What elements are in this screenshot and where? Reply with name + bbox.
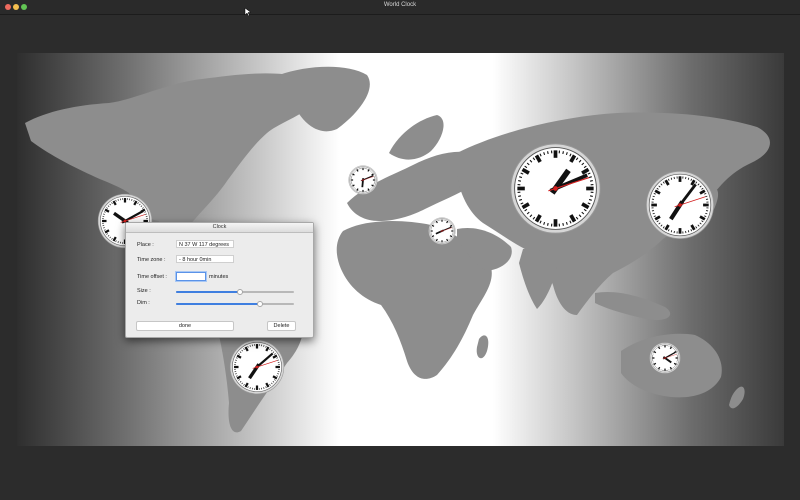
clock-settings-dialog: Clock Place : N 37 W 117 degrees Time zo… bbox=[125, 222, 314, 338]
madagascar bbox=[476, 335, 489, 359]
analog-clock-face-icon bbox=[229, 339, 285, 395]
southeast-asia bbox=[595, 291, 671, 321]
size-label: Size : bbox=[137, 288, 151, 294]
time-offset-label: Time offset : bbox=[137, 274, 167, 280]
place-label: Place : bbox=[137, 242, 154, 248]
clock-athens[interactable] bbox=[428, 217, 456, 245]
dim-label: Dim : bbox=[137, 300, 150, 306]
time-offset-input[interactable] bbox=[176, 272, 206, 281]
asia bbox=[457, 112, 770, 315]
size-slider-fill bbox=[176, 291, 240, 293]
dim-slider-fill bbox=[176, 303, 260, 305]
clock-sao-paulo[interactable] bbox=[229, 339, 285, 395]
north-america bbox=[25, 73, 320, 235]
analog-clock-face-icon bbox=[428, 217, 456, 245]
timezone-field[interactable]: - 8 hour 0min bbox=[176, 255, 234, 263]
greenland bbox=[279, 66, 370, 132]
time-offset-unit: minutes bbox=[209, 274, 229, 280]
clock-sydney[interactable] bbox=[649, 342, 681, 374]
done-button[interactable]: done bbox=[136, 321, 234, 331]
delete-button[interactable]: Delete bbox=[267, 321, 296, 331]
mouse-cursor-icon bbox=[244, 7, 252, 17]
title-bar: World Clock bbox=[0, 0, 800, 15]
window-title: World Clock bbox=[383, 2, 417, 8]
analog-clock-face-icon bbox=[510, 143, 601, 234]
analog-clock-face-icon bbox=[348, 165, 378, 195]
clock-tokyo[interactable] bbox=[645, 170, 715, 240]
dim-slider-knob[interactable] bbox=[256, 300, 263, 307]
clock-shanghai[interactable] bbox=[509, 142, 602, 235]
analog-clock-face-icon bbox=[646, 171, 714, 239]
new-zealand bbox=[729, 386, 745, 409]
place-field[interactable]: N 37 W 117 degrees bbox=[176, 240, 234, 248]
dialog-title: Clock bbox=[126, 223, 313, 233]
size-slider-knob[interactable] bbox=[236, 288, 243, 295]
size-slider[interactable] bbox=[176, 288, 294, 295]
analog-clock-face-icon bbox=[649, 342, 681, 374]
timezone-label: Time zone : bbox=[137, 257, 166, 263]
scandinavia bbox=[389, 115, 444, 160]
clock-london[interactable] bbox=[348, 165, 378, 195]
dim-slider[interactable] bbox=[176, 300, 294, 307]
